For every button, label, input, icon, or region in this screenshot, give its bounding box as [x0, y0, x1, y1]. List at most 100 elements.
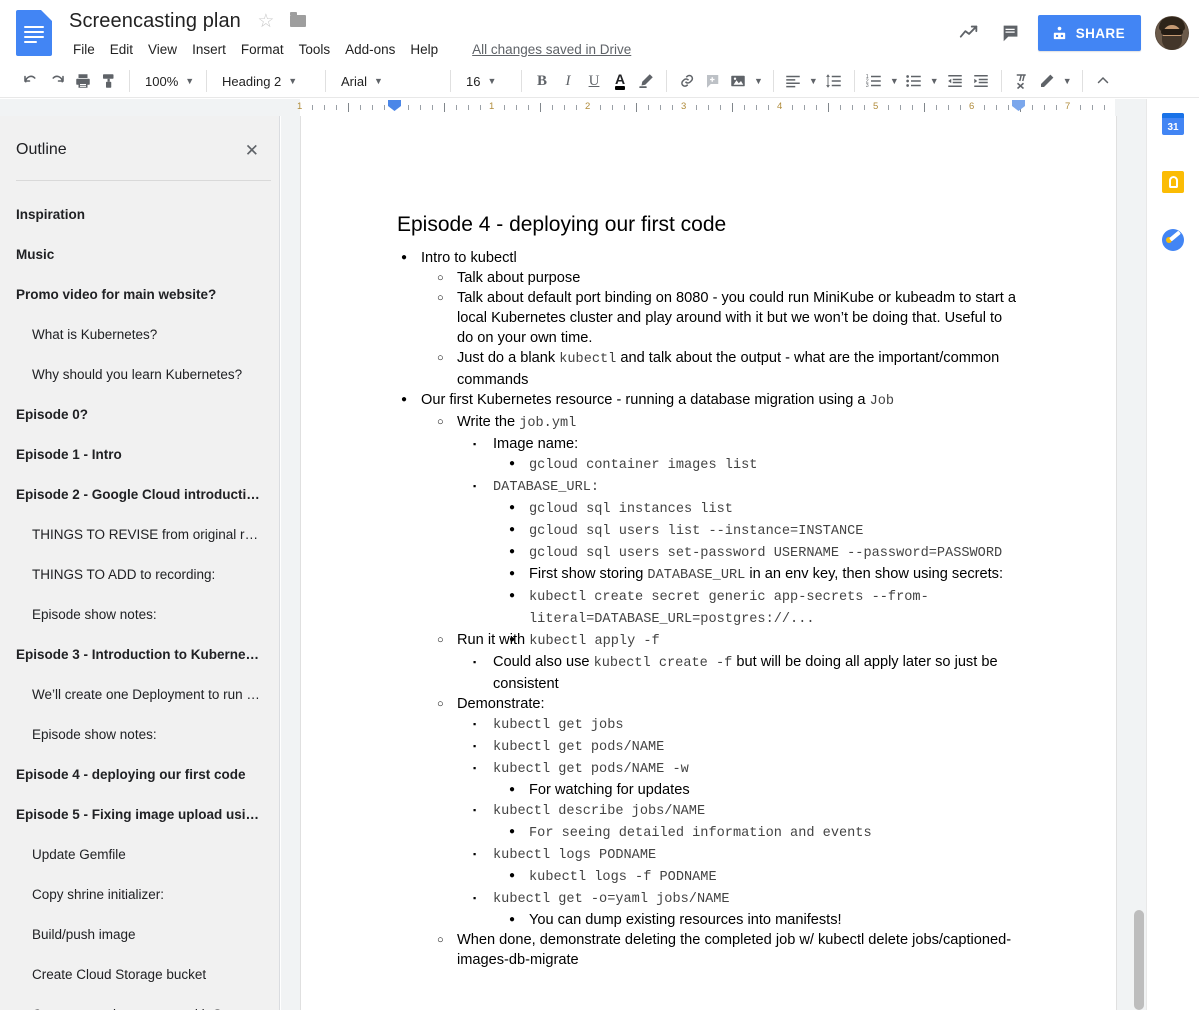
- outline-item[interactable]: Episode 0?: [0, 395, 279, 435]
- document-list-item[interactable]: ●For watching for updates: [505, 780, 1020, 800]
- paragraph-style-selector[interactable]: Heading 2 ▼: [214, 68, 318, 94]
- bulleted-list-icon[interactable]: ▼: [902, 68, 942, 94]
- scrollbar-thumb[interactable]: [1134, 910, 1144, 1010]
- document-list-item[interactable]: ▪Image name:: [469, 434, 1020, 454]
- outline-item[interactable]: Create Cloud Storage bucket: [0, 955, 279, 995]
- insert-image-icon[interactable]: ▼: [726, 68, 766, 94]
- paint-format-icon[interactable]: [96, 68, 122, 94]
- folder-icon[interactable]: [288, 11, 308, 31]
- document-list-item[interactable]: ▪kubectl describe jobs/NAME: [469, 800, 1020, 822]
- menu-format[interactable]: Format: [234, 39, 291, 60]
- save-status-link[interactable]: All changes saved in Drive: [472, 42, 631, 57]
- trending-up-icon[interactable]: [948, 12, 990, 54]
- document-list-item[interactable]: ○Demonstrate:: [433, 694, 1020, 714]
- redo-icon[interactable]: [44, 68, 70, 94]
- share-button[interactable]: SHARE: [1038, 15, 1141, 51]
- font-size-selector[interactable]: 16 ▼: [458, 68, 514, 94]
- outline-item[interactable]: Promo video for main website?: [0, 275, 279, 315]
- document-body[interactable]: ●Intro to kubectl○Talk about purpose○Tal…: [397, 248, 1020, 970]
- edit-mode-pencil-icon[interactable]: ▼: [1035, 68, 1075, 94]
- print-icon[interactable]: [70, 68, 96, 94]
- link-icon[interactable]: [674, 68, 700, 94]
- document-list-item[interactable]: ▪kubectl get jobs: [469, 714, 1020, 736]
- outline-item[interactable]: Episode 1 - Intro: [0, 435, 279, 475]
- menu-view[interactable]: View: [141, 39, 184, 60]
- menu-tools[interactable]: Tools: [292, 39, 338, 60]
- numbered-list-icon[interactable]: 123 ▼: [862, 68, 902, 94]
- outline-item[interactable]: Music: [0, 235, 279, 275]
- document-list-item[interactable]: ▪DATABASE_URL:: [469, 476, 1020, 498]
- document-list-item[interactable]: ●gcloud sql users set-password USERNAME …: [505, 542, 1020, 564]
- document-list-item[interactable]: ○Talk about purpose: [433, 268, 1020, 288]
- document-list-item[interactable]: ○Write the job.yml: [433, 412, 1020, 434]
- document-ruler[interactable]: 11234567: [0, 99, 1199, 116]
- underline-button[interactable]: U: [581, 68, 607, 94]
- outline-item[interactable]: Episode show notes:: [0, 715, 279, 755]
- document-list-item[interactable]: ●kubectl create secret generic app-secre…: [505, 586, 1020, 630]
- document-list-item[interactable]: ○Run it with kubectl apply -f: [433, 630, 1020, 652]
- line-spacing-icon[interactable]: [821, 68, 847, 94]
- outline-item[interactable]: Update Gemfile: [0, 835, 279, 875]
- document-list-item[interactable]: ●Our first Kubernetes resource - running…: [397, 390, 1020, 412]
- outline-item[interactable]: Episode 3 - Introduction to Kubernetes c…: [0, 635, 279, 675]
- align-left-icon[interactable]: ▼: [781, 68, 821, 94]
- bold-button[interactable]: B: [529, 68, 555, 94]
- outline-item[interactable]: We’ll create one Deployment to run mu…: [0, 675, 279, 715]
- outline-item[interactable]: Why should you learn Kubernetes?: [0, 355, 279, 395]
- google-tasks-icon[interactable]: [1156, 223, 1190, 257]
- undo-icon[interactable]: [18, 68, 44, 94]
- outline-item[interactable]: Episode 4 - deploying our first code: [0, 755, 279, 795]
- menu-edit[interactable]: Edit: [103, 39, 140, 60]
- collapse-toolbar-icon[interactable]: [1090, 68, 1116, 94]
- document-list-item[interactable]: ●First show storing DATABASE_URL in an e…: [505, 564, 1020, 586]
- outline-item[interactable]: Episode 2 - Google Cloud introduction: [0, 475, 279, 515]
- document-list-item[interactable]: ●gcloud sql users list --instance=INSTAN…: [505, 520, 1020, 542]
- menu-add-ons[interactable]: Add-ons: [338, 39, 402, 60]
- document-title[interactable]: Screencasting plan: [66, 9, 244, 34]
- avatar[interactable]: [1155, 16, 1189, 50]
- outline-item[interactable]: Create a service account with Storage: [0, 995, 279, 1010]
- decrease-indent-icon[interactable]: [942, 68, 968, 94]
- add-comment-icon[interactable]: [700, 68, 726, 94]
- outline-item[interactable]: THINGS TO ADD to recording:: [0, 555, 279, 595]
- menu-file[interactable]: File: [66, 39, 102, 60]
- outline-item[interactable]: Inspiration: [0, 195, 279, 235]
- star-icon[interactable]: ☆: [256, 11, 276, 31]
- document-list-item[interactable]: ▪Could also use kubectl create -f but wi…: [469, 652, 1020, 694]
- increase-indent-icon[interactable]: [968, 68, 994, 94]
- document-list-item[interactable]: ▪kubectl get pods/NAME: [469, 736, 1020, 758]
- close-icon[interactable]: ✕: [241, 140, 263, 161]
- highlight-pen-icon[interactable]: [633, 68, 659, 94]
- document-list-item[interactable]: ●gcloud sql instances list: [505, 498, 1020, 520]
- document-list-item[interactable]: ▪kubectl logs PODNAME: [469, 844, 1020, 866]
- menu-insert[interactable]: Insert: [185, 39, 233, 60]
- document-list-item[interactable]: ●You can dump existing resources into ma…: [505, 910, 1020, 930]
- comment-icon[interactable]: [990, 12, 1032, 54]
- document-list-item[interactable]: ▪kubectl get pods/NAME -w: [469, 758, 1020, 780]
- outline-item[interactable]: Episode show notes:: [0, 595, 279, 635]
- italic-button[interactable]: I: [555, 68, 581, 94]
- outline-item[interactable]: Copy shrine initializer:: [0, 875, 279, 915]
- document-page[interactable]: Episode 4 - deploying our first code ●In…: [301, 116, 1116, 1010]
- menu-help[interactable]: Help: [403, 39, 445, 60]
- clear-formatting-icon[interactable]: [1009, 68, 1035, 94]
- document-list-item[interactable]: ●gcloud container images list: [505, 454, 1020, 476]
- text-color-button[interactable]: A: [607, 68, 633, 94]
- zoom-selector[interactable]: 100% ▼: [137, 68, 199, 94]
- google-keep-icon[interactable]: [1156, 165, 1190, 199]
- vertical-scrollbar[interactable]: [1132, 116, 1146, 1010]
- outline-item[interactable]: THINGS TO REVISE from original recor…: [0, 515, 279, 555]
- document-canvas[interactable]: Episode 4 - deploying our first code ●In…: [281, 116, 1199, 1010]
- document-list-item[interactable]: ▪kubectl get -o=yaml jobs/NAME: [469, 888, 1020, 910]
- outline-item[interactable]: Build/push image: [0, 915, 279, 955]
- document-list-item[interactable]: ○Talk about default port binding on 8080…: [433, 288, 1020, 348]
- font-family-selector[interactable]: Arial ▼: [333, 68, 443, 94]
- document-list-item[interactable]: ●For seeing detailed information and eve…: [505, 822, 1020, 844]
- document-list-item[interactable]: ○When done, demonstrate deleting the com…: [433, 930, 1020, 970]
- document-list-item[interactable]: ●kubectl logs -f PODNAME: [505, 866, 1020, 888]
- document-list-item[interactable]: ○Just do a blank kubectl and talk about …: [433, 348, 1020, 390]
- outline-item[interactable]: What is Kubernetes?: [0, 315, 279, 355]
- google-calendar-icon[interactable]: 31: [1156, 107, 1190, 141]
- document-list-item[interactable]: ●Intro to kubectl: [397, 248, 1020, 268]
- outline-item[interactable]: Episode 5 - Fixing image upload using G…: [0, 795, 279, 835]
